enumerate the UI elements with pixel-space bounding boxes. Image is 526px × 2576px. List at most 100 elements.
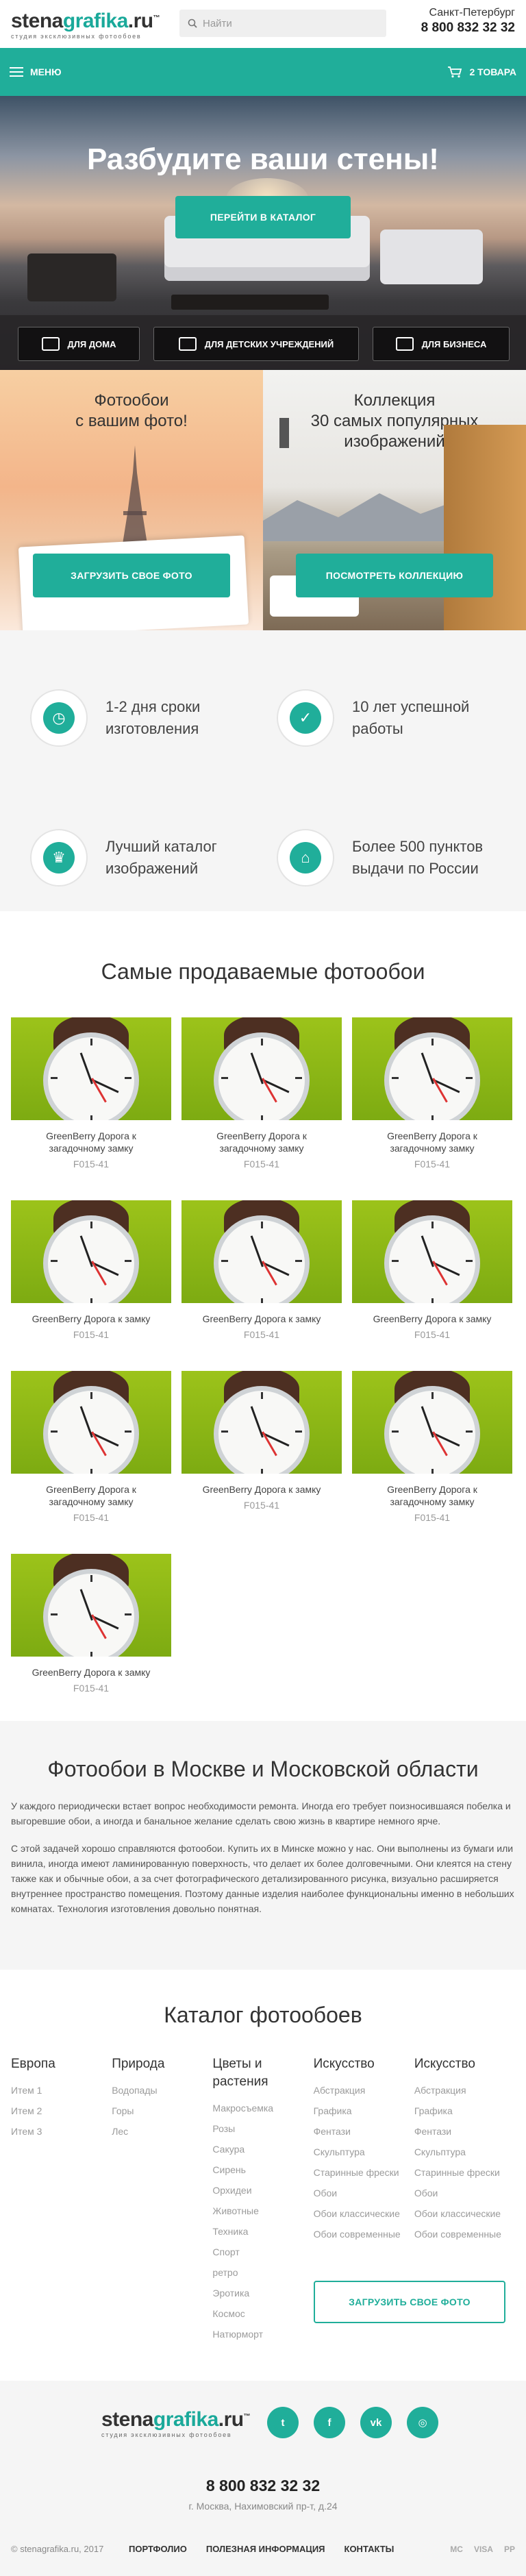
footer-logo[interactable]: stenagrafika.ru™ студия эксклюзивных фот…: [101, 2407, 266, 2439]
product-name[interactable]: GreenBerry Дорога к замку: [352, 1313, 512, 1325]
product-code: F015-41: [414, 1159, 451, 1169]
hero-title: Разбудите ваши стены!: [87, 143, 439, 176]
product-card[interactable]: GreenBerry Дорога к загадочному замку F01…: [352, 1017, 512, 1169]
catalog-column-head[interactable]: Европа: [11, 2055, 112, 2073]
catalog-link[interactable]: Абстракция: [414, 2080, 515, 2101]
product-card[interactable]: GreenBerry Дорога к загадочному замку F01…: [181, 1017, 342, 1169]
facebook-icon[interactable]: f: [314, 2407, 345, 2438]
catalog-link[interactable]: Орхидеи: [212, 2180, 313, 2201]
catalog-link[interactable]: Розы: [212, 2118, 313, 2139]
header-phone[interactable]: 8 800 832 32 32: [421, 21, 515, 36]
promo-collection: Коллекция 30 самых популярных изображени…: [263, 370, 526, 630]
catalog-link[interactable]: Обои: [414, 2183, 515, 2203]
catalog-column-head[interactable]: Искусство: [414, 2055, 515, 2073]
product-image[interactable]: [181, 1371, 342, 1474]
catalog-link[interactable]: Скульптура: [314, 2142, 414, 2162]
catalog-column-head[interactable]: Искусство: [314, 2055, 414, 2073]
catalog-link[interactable]: Обои классические: [414, 2203, 515, 2224]
footer-phone[interactable]: 8 800 832 32 32: [0, 2477, 526, 2495]
catalog-link[interactable]: Горы: [112, 2101, 212, 2121]
tab-kids[interactable]: ДЛЯ ДЕТСКИХ УЧРЕЖДЕНИЙ: [153, 327, 359, 361]
catalog-link[interactable]: Старинные фрески: [314, 2162, 414, 2183]
catalog-link[interactable]: Натюрморт: [212, 2324, 313, 2344]
catalog-link[interactable]: Макросъемка: [212, 2098, 313, 2118]
catalog-link[interactable]: Сакура: [212, 2139, 313, 2159]
product-name[interactable]: GreenBerry Дорога к загадочному замку: [352, 1483, 512, 1508]
product-name[interactable]: GreenBerry Дорога к замку: [181, 1483, 342, 1496]
catalog-link[interactable]: Фентази: [314, 2121, 414, 2142]
catalog-link[interactable]: Обои современные: [414, 2224, 515, 2244]
product-name[interactable]: GreenBerry Дорога к загадочному замку: [352, 1130, 512, 1154]
catalog-link[interactable]: Эротика: [212, 2283, 313, 2303]
catalog-column-head[interactable]: Цветы и растения: [212, 2055, 313, 2091]
upload-photo-button[interactable]: ЗАГРУЗИТЬ СВОЕ ФОТО: [33, 554, 230, 597]
product-card[interactable]: GreenBerry Дорога к замку F015-41: [11, 1554, 171, 1694]
product-card[interactable]: GreenBerry Дорога к замку F015-41: [181, 1371, 342, 1523]
catalog-link[interactable]: Скульптура: [414, 2142, 515, 2162]
catalog-link[interactable]: Сирень: [212, 2159, 313, 2180]
menu-button[interactable]: МЕНЮ: [10, 66, 62, 77]
feature-item: ⌂ Более 500 пунктов выдачи по России: [277, 804, 496, 911]
clock-image: [43, 1215, 139, 1303]
catalog-link[interactable]: Абстракция: [314, 2080, 414, 2101]
product-image[interactable]: [352, 1371, 512, 1474]
tab-business[interactable]: ДЛЯ БИЗНЕСА: [373, 327, 510, 361]
twitter-icon[interactable]: t: [267, 2407, 299, 2438]
product-card[interactable]: GreenBerry Дорога к загадочному замку F01…: [11, 1017, 171, 1169]
product-image[interactable]: [11, 1200, 171, 1303]
product-card[interactable]: GreenBerry Дорога к замку F015-41: [11, 1200, 171, 1340]
product-card[interactable]: GreenBerry Дорога к замку F015-41: [352, 1200, 512, 1340]
product-name[interactable]: GreenBerry Дорога к загадочному замку: [11, 1130, 171, 1154]
product-image[interactable]: [352, 1017, 512, 1120]
catalog-upload-photo-button[interactable]: ЗАГРУЗИТЬ СВОЕ ФОТО: [314, 2281, 505, 2323]
product-name[interactable]: GreenBerry Дорога к загадочному замку: [181, 1130, 342, 1154]
product-image[interactable]: [181, 1200, 342, 1303]
product-name[interactable]: GreenBerry Дорога к загадочному замку: [11, 1483, 171, 1508]
catalog-link[interactable]: Животные: [212, 2201, 313, 2221]
catalog-link[interactable]: Космос: [212, 2303, 313, 2324]
instagram-icon[interactable]: ◎: [407, 2407, 438, 2438]
footer-link-contacts[interactable]: КОНТАКТЫ: [345, 2544, 394, 2554]
catalog-link[interactable]: Фентази: [414, 2121, 515, 2142]
catalog-link[interactable]: Техника: [212, 2221, 313, 2242]
catalog-link[interactable]: Водопады: [112, 2080, 212, 2101]
product-image[interactable]: [11, 1017, 171, 1120]
product-card[interactable]: GreenBerry Дорога к загадочному замку F01…: [352, 1371, 512, 1523]
catalog-column-head[interactable]: Природа: [112, 2055, 212, 2073]
catalog-link[interactable]: Старинные фрески: [414, 2162, 515, 2183]
catalog-link[interactable]: Обои классические: [314, 2203, 414, 2224]
catalog-link[interactable]: Итем 3: [11, 2121, 112, 2142]
vk-icon[interactable]: vk: [360, 2407, 392, 2438]
catalog-link[interactable]: Лес: [112, 2121, 212, 2142]
product-code: F015-41: [73, 1329, 110, 1340]
cart-button[interactable]: 2 ТОВАРА: [447, 66, 516, 78]
footer-link-portfolio[interactable]: ПОРТФОЛИО: [129, 2544, 187, 2554]
catalog-link[interactable]: Обои: [314, 2183, 414, 2203]
catalog-link[interactable]: Графика: [414, 2101, 515, 2121]
product-card[interactable]: GreenBerry Дорога к замку F015-41: [181, 1200, 342, 1340]
tab-home[interactable]: ДЛЯ ДОМА: [18, 327, 140, 361]
search-input[interactable]: [203, 17, 374, 29]
catalog-link[interactable]: Итем 1: [11, 2080, 112, 2101]
product-name[interactable]: GreenBerry Дорога к замку: [181, 1313, 342, 1325]
city-selector[interactable]: Санкт-Петербург: [421, 7, 515, 19]
view-collection-button[interactable]: ПОСМОТРЕТЬ КОЛЛЕКЦИЮ: [296, 554, 493, 597]
go-to-catalog-button[interactable]: ПЕРЕЙТИ В КАТАЛОГ: [175, 196, 351, 238]
product-card[interactable]: GreenBerry Дорога к загадочному замку F01…: [11, 1371, 171, 1523]
product-name[interactable]: GreenBerry Дорога к замку: [11, 1313, 171, 1325]
feature-text: 10 лет успешной работы: [352, 698, 470, 737]
catalog-link[interactable]: Итем 2: [11, 2101, 112, 2121]
product-name[interactable]: GreenBerry Дорога к замку: [11, 1666, 171, 1679]
seo-section: Фотообои в Москве и Московской области У…: [0, 1721, 526, 1970]
product-image[interactable]: [181, 1017, 342, 1120]
search-box[interactable]: [179, 10, 386, 37]
product-image[interactable]: [11, 1554, 171, 1657]
catalog-link[interactable]: Графика: [314, 2101, 414, 2121]
product-image[interactable]: [11, 1371, 171, 1474]
footer-link-info[interactable]: ПОЛЕЗНАЯ ИНФОРМАЦИЯ: [206, 2544, 325, 2554]
product-image[interactable]: [352, 1200, 512, 1303]
logo[interactable]: stenagrafika.ru™ студия эксклюзивных фот…: [11, 8, 175, 40]
catalog-link[interactable]: Обои современные: [314, 2224, 414, 2244]
catalog-link[interactable]: ретро: [212, 2262, 313, 2283]
catalog-link[interactable]: Спорт: [212, 2242, 313, 2262]
